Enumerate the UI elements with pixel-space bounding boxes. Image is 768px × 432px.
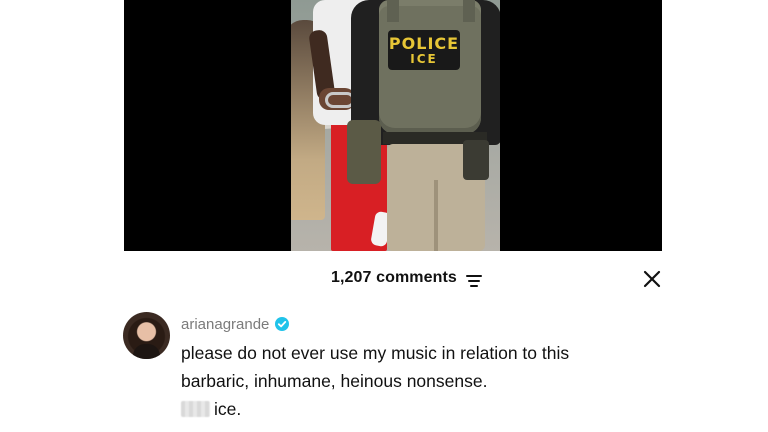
comment-count: 1,207 comments — [331, 269, 457, 286]
vest-strap-left — [387, 0, 399, 22]
belt-gear — [463, 140, 489, 180]
redacted-word — [181, 401, 210, 417]
comments-header: 1,207 comments — [0, 266, 768, 292]
username[interactable]: arianagrande — [181, 316, 269, 333]
comment-text-line1: please do not ever use my music in relat… — [181, 343, 570, 363]
comment-text-line3: ice. — [181, 398, 241, 420]
verified-badge-icon — [275, 317, 290, 331]
avatar-figure — [133, 344, 160, 359]
comment-author[interactable]: arianagrande — [181, 314, 290, 334]
video-frame-image: POLICE ICE — [291, 0, 500, 251]
vest-strap-right — [463, 0, 475, 22]
holster — [347, 120, 381, 184]
filter-lines-icon[interactable] — [466, 275, 482, 287]
officer-pants-seam — [434, 180, 438, 251]
vest-patch-line1: POLICE — [388, 33, 460, 53]
video-player[interactable]: POLICE ICE — [124, 0, 662, 251]
close-x-icon[interactable] — [642, 269, 662, 289]
comment-text-line2: barbaric, inhumane, heinous nonsense. — [181, 371, 488, 391]
vest-patch: POLICE ICE — [388, 30, 460, 70]
avatar[interactable] — [123, 312, 170, 359]
comment-text-line3-visible: ice. — [214, 399, 242, 419]
vest-patch-line2: ICE — [410, 51, 438, 66]
